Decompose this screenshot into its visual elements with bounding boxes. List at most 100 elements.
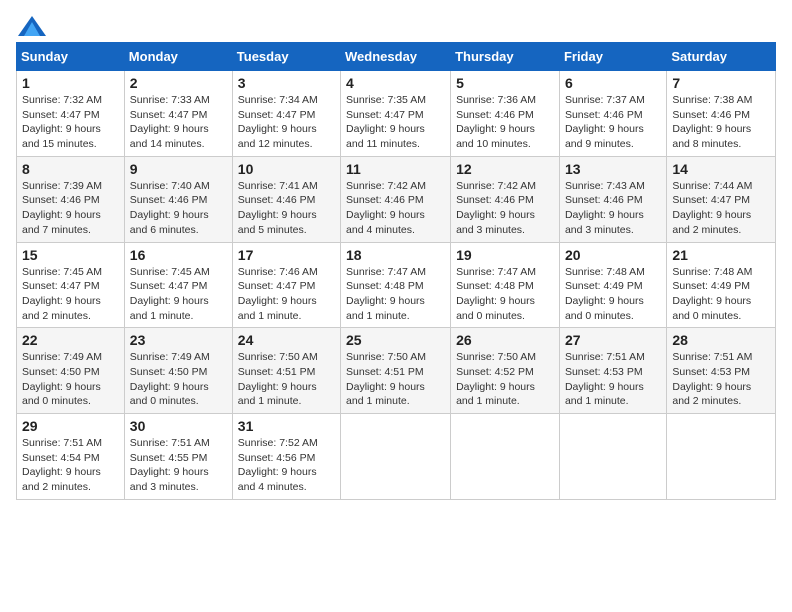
day-number: 1 (22, 75, 119, 91)
day-info: Sunrise: 7:50 AMSunset: 4:51 PMDaylight:… (238, 350, 335, 409)
day-number: 13 (565, 161, 661, 177)
calendar-week-row: 15 Sunrise: 7:45 AMSunset: 4:47 PMDaylig… (17, 242, 776, 328)
calendar-cell: 28 Sunrise: 7:51 AMSunset: 4:53 PMDaylig… (667, 328, 776, 414)
day-info: Sunrise: 7:51 AMSunset: 4:53 PMDaylight:… (565, 350, 661, 409)
day-info: Sunrise: 7:42 AMSunset: 4:46 PMDaylight:… (456, 179, 554, 238)
day-number: 12 (456, 161, 554, 177)
calendar-cell: 2 Sunrise: 7:33 AMSunset: 4:47 PMDayligh… (124, 71, 232, 157)
day-info: Sunrise: 7:47 AMSunset: 4:48 PMDaylight:… (456, 265, 554, 324)
calendar-cell (667, 414, 776, 500)
day-info: Sunrise: 7:43 AMSunset: 4:46 PMDaylight:… (565, 179, 661, 238)
calendar-cell: 22 Sunrise: 7:49 AMSunset: 4:50 PMDaylig… (17, 328, 125, 414)
day-number: 30 (130, 418, 227, 434)
day-info: Sunrise: 7:40 AMSunset: 4:46 PMDaylight:… (130, 179, 227, 238)
calendar-cell: 9 Sunrise: 7:40 AMSunset: 4:46 PMDayligh… (124, 156, 232, 242)
day-header-monday: Monday (124, 43, 232, 71)
day-header-saturday: Saturday (667, 43, 776, 71)
calendar-cell (341, 414, 451, 500)
day-number: 24 (238, 332, 335, 348)
day-number: 15 (22, 247, 119, 263)
day-number: 9 (130, 161, 227, 177)
logo (16, 16, 46, 32)
day-info: Sunrise: 7:45 AMSunset: 4:47 PMDaylight:… (22, 265, 119, 324)
day-header-sunday: Sunday (17, 43, 125, 71)
calendar-cell: 29 Sunrise: 7:51 AMSunset: 4:54 PMDaylig… (17, 414, 125, 500)
calendar-cell: 19 Sunrise: 7:47 AMSunset: 4:48 PMDaylig… (451, 242, 560, 328)
day-header-friday: Friday (559, 43, 666, 71)
calendar-week-row: 22 Sunrise: 7:49 AMSunset: 4:50 PMDaylig… (17, 328, 776, 414)
day-number: 18 (346, 247, 445, 263)
day-number: 10 (238, 161, 335, 177)
calendar-cell: 8 Sunrise: 7:39 AMSunset: 4:46 PMDayligh… (17, 156, 125, 242)
calendar-cell: 14 Sunrise: 7:44 AMSunset: 4:47 PMDaylig… (667, 156, 776, 242)
calendar-cell: 12 Sunrise: 7:42 AMSunset: 4:46 PMDaylig… (451, 156, 560, 242)
day-number: 6 (565, 75, 661, 91)
day-header-thursday: Thursday (451, 43, 560, 71)
day-number: 7 (672, 75, 770, 91)
calendar-cell: 27 Sunrise: 7:51 AMSunset: 4:53 PMDaylig… (559, 328, 666, 414)
day-info: Sunrise: 7:42 AMSunset: 4:46 PMDaylight:… (346, 179, 445, 238)
day-number: 4 (346, 75, 445, 91)
calendar-cell: 13 Sunrise: 7:43 AMSunset: 4:46 PMDaylig… (559, 156, 666, 242)
day-info: Sunrise: 7:41 AMSunset: 4:46 PMDaylight:… (238, 179, 335, 238)
calendar-cell: 11 Sunrise: 7:42 AMSunset: 4:46 PMDaylig… (341, 156, 451, 242)
day-info: Sunrise: 7:36 AMSunset: 4:46 PMDaylight:… (456, 93, 554, 152)
day-number: 31 (238, 418, 335, 434)
day-info: Sunrise: 7:51 AMSunset: 4:53 PMDaylight:… (672, 350, 770, 409)
calendar-cell: 30 Sunrise: 7:51 AMSunset: 4:55 PMDaylig… (124, 414, 232, 500)
day-info: Sunrise: 7:46 AMSunset: 4:47 PMDaylight:… (238, 265, 335, 324)
day-number: 3 (238, 75, 335, 91)
calendar-cell: 26 Sunrise: 7:50 AMSunset: 4:52 PMDaylig… (451, 328, 560, 414)
calendar-cell: 20 Sunrise: 7:48 AMSunset: 4:49 PMDaylig… (559, 242, 666, 328)
calendar-cell: 5 Sunrise: 7:36 AMSunset: 4:46 PMDayligh… (451, 71, 560, 157)
day-info: Sunrise: 7:52 AMSunset: 4:56 PMDaylight:… (238, 436, 335, 495)
calendar-cell: 4 Sunrise: 7:35 AMSunset: 4:47 PMDayligh… (341, 71, 451, 157)
calendar-cell: 16 Sunrise: 7:45 AMSunset: 4:47 PMDaylig… (124, 242, 232, 328)
day-info: Sunrise: 7:49 AMSunset: 4:50 PMDaylight:… (22, 350, 119, 409)
calendar-cell: 17 Sunrise: 7:46 AMSunset: 4:47 PMDaylig… (232, 242, 340, 328)
page-header (16, 16, 776, 32)
day-number: 14 (672, 161, 770, 177)
calendar-cell: 18 Sunrise: 7:47 AMSunset: 4:48 PMDaylig… (341, 242, 451, 328)
day-info: Sunrise: 7:48 AMSunset: 4:49 PMDaylight:… (565, 265, 661, 324)
day-info: Sunrise: 7:51 AMSunset: 4:55 PMDaylight:… (130, 436, 227, 495)
day-number: 27 (565, 332, 661, 348)
calendar-cell: 7 Sunrise: 7:38 AMSunset: 4:46 PMDayligh… (667, 71, 776, 157)
day-number: 23 (130, 332, 227, 348)
calendar-cell (451, 414, 560, 500)
day-info: Sunrise: 7:37 AMSunset: 4:46 PMDaylight:… (565, 93, 661, 152)
day-info: Sunrise: 7:34 AMSunset: 4:47 PMDaylight:… (238, 93, 335, 152)
day-number: 16 (130, 247, 227, 263)
day-info: Sunrise: 7:38 AMSunset: 4:46 PMDaylight:… (672, 93, 770, 152)
day-number: 22 (22, 332, 119, 348)
calendar-cell: 21 Sunrise: 7:48 AMSunset: 4:49 PMDaylig… (667, 242, 776, 328)
logo-icon (18, 16, 46, 36)
day-info: Sunrise: 7:49 AMSunset: 4:50 PMDaylight:… (130, 350, 227, 409)
day-info: Sunrise: 7:35 AMSunset: 4:47 PMDaylight:… (346, 93, 445, 152)
calendar-week-row: 1 Sunrise: 7:32 AMSunset: 4:47 PMDayligh… (17, 71, 776, 157)
day-info: Sunrise: 7:33 AMSunset: 4:47 PMDaylight:… (130, 93, 227, 152)
calendar-week-row: 8 Sunrise: 7:39 AMSunset: 4:46 PMDayligh… (17, 156, 776, 242)
day-info: Sunrise: 7:51 AMSunset: 4:54 PMDaylight:… (22, 436, 119, 495)
day-number: 5 (456, 75, 554, 91)
calendar-cell: 15 Sunrise: 7:45 AMSunset: 4:47 PMDaylig… (17, 242, 125, 328)
day-number: 8 (22, 161, 119, 177)
calendar-table: SundayMondayTuesdayWednesdayThursdayFrid… (16, 42, 776, 500)
day-number: 21 (672, 247, 770, 263)
calendar-header-row: SundayMondayTuesdayWednesdayThursdayFrid… (17, 43, 776, 71)
day-number: 17 (238, 247, 335, 263)
calendar-cell: 24 Sunrise: 7:50 AMSunset: 4:51 PMDaylig… (232, 328, 340, 414)
day-number: 19 (456, 247, 554, 263)
day-info: Sunrise: 7:39 AMSunset: 4:46 PMDaylight:… (22, 179, 119, 238)
day-number: 29 (22, 418, 119, 434)
calendar-cell: 25 Sunrise: 7:50 AMSunset: 4:51 PMDaylig… (341, 328, 451, 414)
calendar-cell: 31 Sunrise: 7:52 AMSunset: 4:56 PMDaylig… (232, 414, 340, 500)
calendar-cell: 23 Sunrise: 7:49 AMSunset: 4:50 PMDaylig… (124, 328, 232, 414)
calendar-week-row: 29 Sunrise: 7:51 AMSunset: 4:54 PMDaylig… (17, 414, 776, 500)
day-info: Sunrise: 7:50 AMSunset: 4:52 PMDaylight:… (456, 350, 554, 409)
day-header-tuesday: Tuesday (232, 43, 340, 71)
day-info: Sunrise: 7:47 AMSunset: 4:48 PMDaylight:… (346, 265, 445, 324)
day-info: Sunrise: 7:48 AMSunset: 4:49 PMDaylight:… (672, 265, 770, 324)
calendar-cell: 3 Sunrise: 7:34 AMSunset: 4:47 PMDayligh… (232, 71, 340, 157)
calendar-cell: 1 Sunrise: 7:32 AMSunset: 4:47 PMDayligh… (17, 71, 125, 157)
